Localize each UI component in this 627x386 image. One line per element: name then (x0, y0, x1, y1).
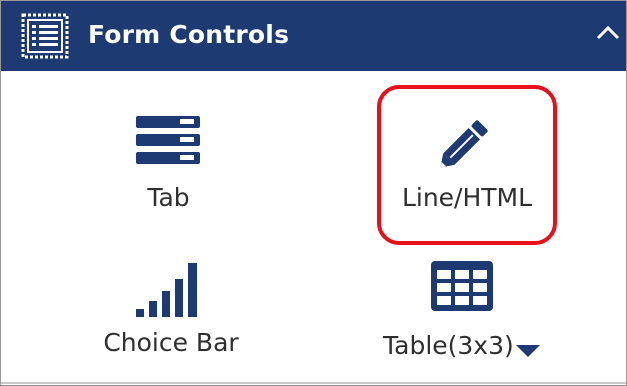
panel-bottom-divider (1, 382, 626, 384)
table-control-button[interactable]: Table(3x3) (381, 259, 553, 369)
tab-stack-icon (136, 116, 200, 164)
line-html-control-button[interactable]: Line/HTML (381, 101, 553, 231)
table-grid-icon (431, 261, 493, 311)
pencil-icon (440, 120, 488, 168)
caret-down-icon[interactable] (516, 345, 540, 357)
form-controls-panel: Form Controls Tab Line/HTML Choice Bar T… (0, 0, 627, 386)
choice-bar-control-button[interactable]: Choice Bar (96, 259, 246, 369)
line-html-label: Line/HTML (401, 183, 533, 212)
bar-signal-icon (136, 263, 197, 317)
form-list-icon (21, 13, 69, 59)
panel-header[interactable]: Form Controls (1, 1, 626, 71)
tab-control-button[interactable]: Tab (101, 101, 236, 231)
tab-label: Tab (147, 183, 190, 212)
choice-bar-label: Choice Bar (103, 328, 239, 357)
chevron-up-icon[interactable] (595, 23, 621, 43)
table-label: Table(3x3) (383, 331, 514, 360)
panel-title: Form Controls (88, 20, 290, 49)
